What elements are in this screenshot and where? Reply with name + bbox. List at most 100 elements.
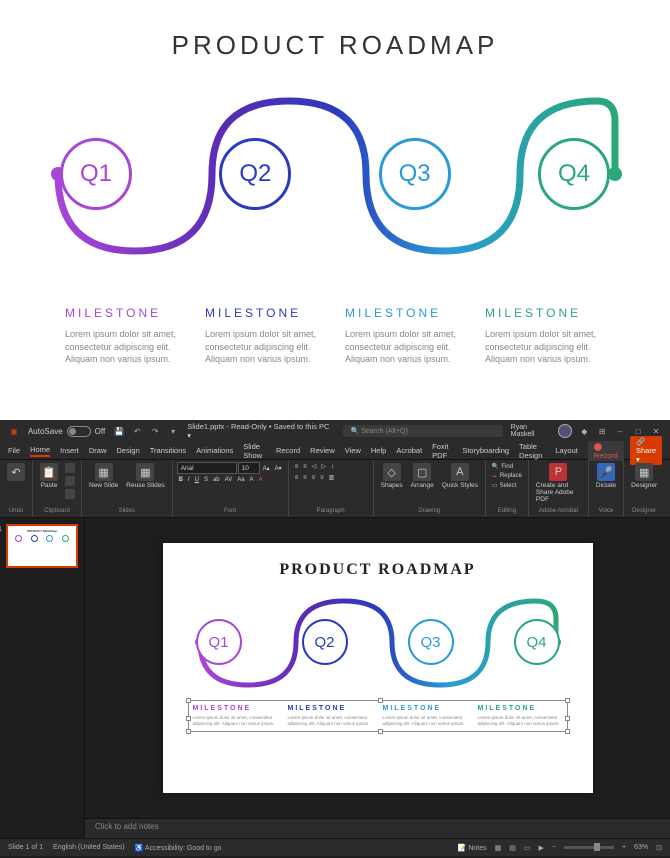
milestone-body: Lorem ipsum dolor sit amet, consectetur … — [205, 328, 325, 366]
menu-slideshow[interactable]: Slide Show — [243, 442, 266, 460]
justify-button[interactable]: ≡ — [318, 474, 326, 482]
menu-file[interactable]: File — [8, 446, 20, 455]
line-spacing-button[interactable]: ↕ — [329, 463, 336, 471]
highlight-button[interactable]: A — [248, 476, 256, 484]
menu-view[interactable]: View — [345, 446, 361, 455]
menu-review[interactable]: Review — [310, 446, 335, 455]
menu-animations[interactable]: Animations — [196, 446, 233, 455]
menu-foxit[interactable]: Foxit PDF — [432, 442, 452, 460]
slide-canvas[interactable]: PRODUCT ROADMAP — [163, 543, 593, 793]
strike-button[interactable]: S — [202, 476, 210, 484]
canvas-milestone-2[interactable]: MILESTONE Lorem ipsum dolor sit amet, co… — [288, 705, 373, 727]
dropdown-icon[interactable]: ▾ — [167, 425, 179, 437]
save-icon[interactable]: 💾 — [113, 425, 125, 437]
menu-home[interactable]: Home — [30, 445, 50, 457]
dictate-button[interactable]: 🎤Dictate — [593, 462, 619, 490]
canvas-title[interactable]: PRODUCT ROADMAP — [188, 561, 568, 579]
replace-button[interactable]: ↔ Replace — [490, 472, 524, 480]
menu-transitions[interactable]: Transitions — [150, 446, 186, 455]
menu-layout[interactable]: Layout — [555, 446, 578, 455]
canvas-q4[interactable]: Q4 — [514, 619, 560, 665]
find-button[interactable]: 🔍 Find — [490, 462, 515, 471]
designer-button[interactable]: ▦Designer — [628, 462, 660, 490]
notes-toggle[interactable]: 📝 Notes — [458, 844, 487, 852]
quarter-q3: Q3 — [379, 138, 451, 210]
align-center-button[interactable]: ≡ — [301, 474, 309, 482]
font-size-select[interactable]: 10 — [238, 462, 260, 474]
arrange-button[interactable]: ▢Arrange — [408, 462, 437, 490]
zoom-level[interactable]: 63% — [634, 844, 648, 851]
menu-storyboarding[interactable]: Storyboarding — [462, 446, 509, 455]
align-right-button[interactable]: ≡ — [310, 474, 318, 482]
reuse-slides-button[interactable]: ▦Reuse Slides — [123, 462, 167, 490]
case-button[interactable]: Aa — [235, 476, 246, 484]
format-painter-button[interactable] — [63, 488, 77, 500]
indent-inc-button[interactable]: ▷ — [319, 462, 328, 471]
autosave-toggle[interactable]: AutoSave Off — [28, 426, 105, 437]
zoom-slider[interactable] — [564, 846, 614, 849]
menu-design[interactable]: Design — [116, 446, 139, 455]
ribbon-paragraph: ≡ ≡ ◁ ▷ ↕ ≡ ≡ ≡ ≡ ▥ Paragraph — [289, 460, 374, 517]
undo-icon[interactable]: ↶ — [131, 425, 143, 437]
align-left-button[interactable]: ≡ — [293, 474, 301, 482]
document-title[interactable]: Slide1.pptx - Read-Only • Saved to this … — [187, 422, 334, 440]
canvas-milestone-4[interactable]: MILESTONE Lorem ipsum dolor sit amet, co… — [478, 705, 563, 727]
zoom-in-icon[interactable]: + — [622, 844, 626, 851]
underline-button[interactable]: U — [193, 476, 201, 484]
slide-indicator[interactable]: Slide 1 of 1 — [8, 844, 43, 851]
record-button[interactable]: ⬤ Record — [588, 441, 624, 461]
redo-icon[interactable]: ↷ — [149, 425, 161, 437]
columns-button[interactable]: ▥ — [327, 473, 337, 482]
canvas-milestone-3[interactable]: MILESTONE Lorem ipsum dolor sit amet, co… — [383, 705, 468, 727]
paste-button[interactable]: 📋Paste — [37, 462, 61, 490]
canvas-curve[interactable]: Q1 Q2 Q3 Q4 — [188, 597, 568, 692]
shadow-button[interactable]: ab — [211, 476, 222, 484]
ribbon-editing: 🔍 Find ↔ Replace ▭ Select Editing — [486, 460, 529, 517]
ribbon-acrobat: PCreate and Share Adobe PDF Adobe Acroba… — [529, 460, 589, 517]
fit-window-icon[interactable]: ⊡ — [656, 844, 662, 852]
view-sorter-icon[interactable]: ▤ — [509, 844, 516, 852]
new-slide-button[interactable]: ▦New Slide — [86, 462, 121, 490]
view-reading-icon[interactable]: ▭ — [524, 844, 531, 852]
menu-acrobat[interactable]: Acrobat — [396, 446, 422, 455]
italic-button[interactable]: I — [186, 476, 192, 484]
cut-button[interactable] — [63, 462, 77, 474]
canvas-q1[interactable]: Q1 — [196, 619, 242, 665]
accessibility-indicator[interactable]: ♿ Accessibility: Good to go — [135, 844, 222, 852]
menu-record[interactable]: Record — [276, 446, 300, 455]
canvas-milestone-1[interactable]: MILESTONE Lorem ipsum dolor sit amet, co… — [193, 705, 278, 727]
indent-dec-button[interactable]: ◁ — [310, 462, 319, 471]
user-name[interactable]: Ryan Maskell — [511, 424, 553, 438]
bullets-button[interactable]: ≡ — [293, 463, 301, 471]
grow-font[interactable]: A▴ — [261, 464, 272, 473]
undo-button[interactable]: ↶ — [4, 462, 28, 482]
font-family-select[interactable]: Arial — [177, 462, 237, 474]
canvas-q2[interactable]: Q2 — [302, 619, 348, 665]
search-box[interactable]: 🔍 Search (Alt+Q) — [343, 425, 503, 437]
notes-pane[interactable]: Click to add notes — [85, 818, 670, 838]
menu-help[interactable]: Help — [371, 446, 386, 455]
zoom-out-icon[interactable]: − — [552, 844, 556, 851]
shrink-font[interactable]: A▾ — [273, 464, 284, 473]
numbering-button[interactable]: ≡ — [301, 463, 309, 471]
menu-draw[interactable]: Draw — [89, 446, 107, 455]
shapes-button[interactable]: ◇Shapes — [378, 462, 406, 490]
bold-button[interactable]: B — [177, 476, 185, 484]
language-indicator[interactable]: English (United States) — [53, 844, 125, 851]
copy-button[interactable] — [63, 475, 77, 487]
toggle-switch[interactable] — [67, 426, 91, 437]
view-normal-icon[interactable]: ▦ — [495, 844, 502, 852]
quick-styles-button[interactable]: AQuick Styles — [439, 462, 481, 490]
avatar[interactable] — [558, 424, 572, 438]
create-pdf-button[interactable]: PCreate and Share Adobe PDF — [533, 462, 584, 504]
menu-insert[interactable]: Insert — [60, 446, 79, 455]
view-slideshow-icon[interactable]: ▶ — [539, 844, 544, 852]
selected-text-box[interactable]: MILESTONE Lorem ipsum dolor sit amet, co… — [188, 700, 568, 732]
menu-tabledesign[interactable]: Table Design — [519, 442, 545, 460]
select-button[interactable]: ▭ Select — [490, 481, 518, 490]
thumbnail-1[interactable]: 1 PRODUCT ROadmap — [6, 524, 78, 568]
canvas-q3[interactable]: Q3 — [408, 619, 454, 665]
spacing-button[interactable]: AV — [223, 476, 235, 484]
ribbon-font: Arial 10 A▴ A▾ B I U S ab AV Aa A A Font — [173, 460, 289, 517]
font-color-button[interactable]: A — [257, 476, 265, 484]
